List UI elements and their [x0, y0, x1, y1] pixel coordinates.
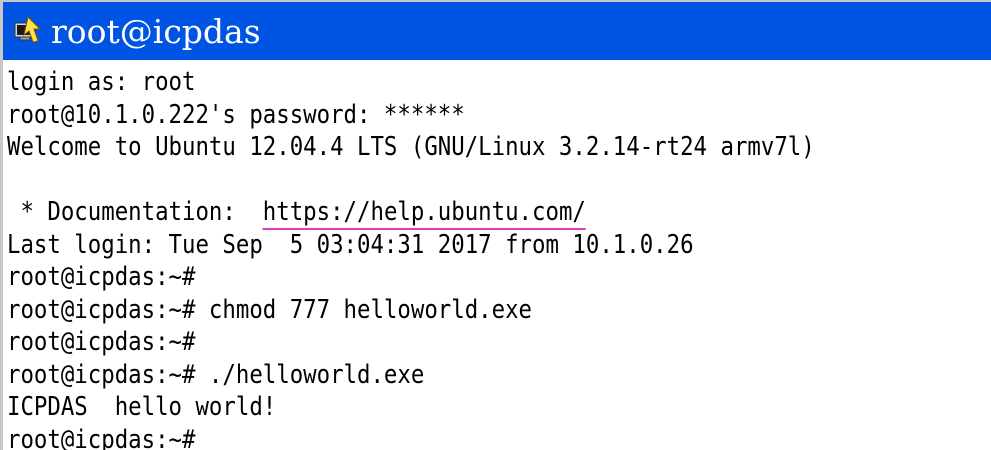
putty-terminal-icon[interactable]	[13, 14, 43, 48]
terminal-line: root@icpdas:~# chmod 777 helloworld.exe	[7, 294, 533, 325]
terminal-line: login as: root	[7, 67, 196, 97]
terminal-line: root@icpdas:~#	[7, 262, 196, 292]
terminal-line-documentation: * Documentation: https://help.ubuntu.com…	[7, 196, 853, 230]
documentation-label: * Documentation:	[7, 197, 263, 227]
terminal-line: Last login: Tue Sep 5 03:04:31 2017 from…	[7, 229, 694, 260]
title-bar[interactable]: root@icpdas	[3, 2, 991, 60]
terminal-output[interactable]: login as: root root@10.1.0.222's passwor…	[7, 66, 991, 450]
terminal-line: root@icpdas:~# ./helloworld.exe	[7, 359, 425, 390]
terminal-window: root@icpdas login as: root root@10.1.0.2…	[0, 0, 991, 450]
terminal-line: ICPDAS hello world!	[7, 392, 277, 422]
terminal-line: root@icpdas:~#	[7, 327, 196, 357]
terminal-line: Welcome to Ubuntu 12.04.4 LTS (GNU/Linux…	[7, 132, 815, 162]
terminal-prompt-line: root@icpdas:~#	[7, 424, 196, 450]
terminal-line: root@10.1.0.222's password: ******	[7, 99, 465, 130]
documentation-link[interactable]: https://help.ubuntu.com/	[262, 197, 586, 230]
window-title: root@icpdas	[51, 11, 261, 51]
